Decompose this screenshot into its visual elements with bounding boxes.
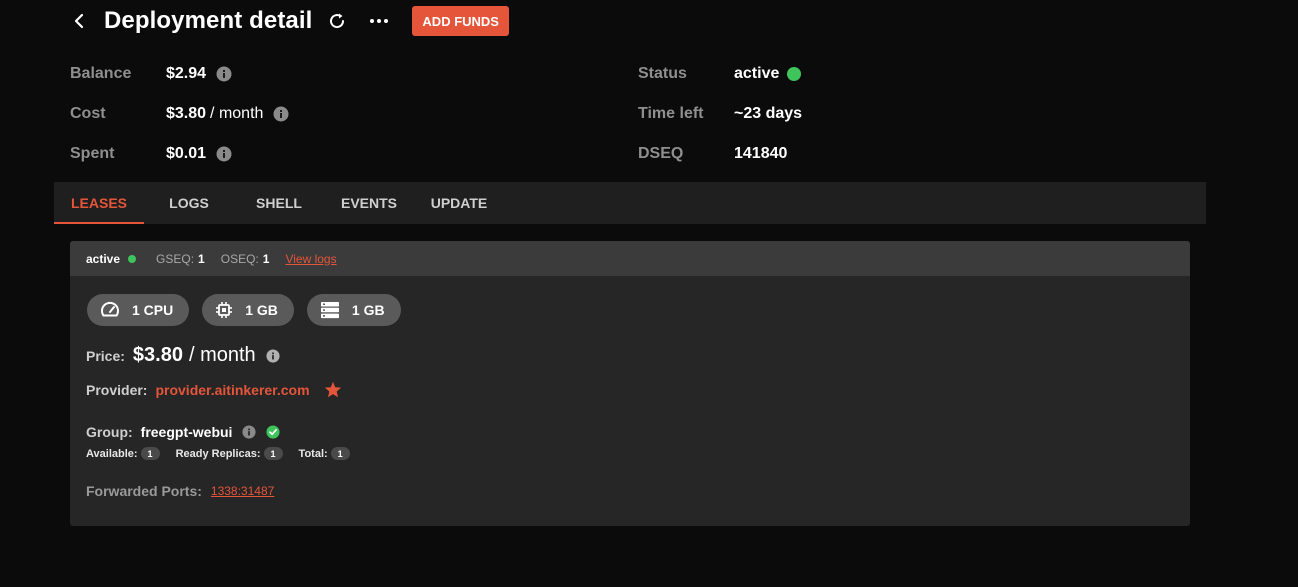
balance-value: $2.94 bbox=[166, 65, 207, 82]
spent-label: Spent bbox=[70, 145, 115, 162]
chevron-left-icon bbox=[74, 13, 84, 29]
info-icon[interactable] bbox=[242, 425, 256, 439]
available-badge: 1 bbox=[140, 447, 160, 460]
resource-chips: 1 CPU 1 GB 1 GB bbox=[87, 294, 414, 326]
replicas-row: Available: 1 Ready Replicas: 1 Total: 1 bbox=[86, 447, 350, 460]
gseq-value: 1 bbox=[198, 251, 205, 266]
more-horizontal-icon bbox=[370, 19, 389, 23]
status-value: active bbox=[734, 65, 780, 82]
forwarded-ports-label: Forwarded Ports: bbox=[86, 483, 202, 499]
cost-label: Cost bbox=[70, 105, 106, 122]
speedometer-icon bbox=[100, 301, 120, 319]
gseq-label: GSEQ: bbox=[156, 251, 195, 266]
tab-leases[interactable]: LEASES bbox=[54, 182, 144, 224]
refresh-button[interactable] bbox=[326, 6, 348, 36]
refresh-icon bbox=[330, 13, 345, 29]
price-label: Price: bbox=[86, 347, 125, 364]
tab-logs[interactable]: LOGS bbox=[144, 182, 234, 224]
tab-events[interactable]: EVENTS bbox=[324, 182, 414, 224]
star-icon[interactable] bbox=[324, 381, 342, 398]
price-value: $3.80 bbox=[132, 344, 183, 366]
group-row: Group: freegpt-webui bbox=[86, 424, 280, 440]
info-icon[interactable] bbox=[273, 106, 289, 122]
cpu-chip: 1 CPU bbox=[87, 294, 190, 326]
provider-label: Provider: bbox=[86, 381, 148, 398]
time-left-value: ~23 days bbox=[734, 105, 803, 122]
lease-status-dot bbox=[128, 254, 137, 263]
check-circle-icon bbox=[266, 425, 280, 439]
cost-unit: / month bbox=[210, 105, 264, 122]
dseq-label: DSEQ bbox=[638, 145, 684, 162]
status-indicator-dot bbox=[787, 67, 802, 81]
memory-chip: 1 GB bbox=[202, 294, 294, 326]
time-left-label: Time left bbox=[638, 105, 704, 122]
cpu-chip-label: 1 CPU bbox=[132, 302, 174, 318]
storage-chip-label: 1 GB bbox=[351, 302, 385, 318]
memory-chip-icon bbox=[215, 301, 233, 319]
back-button[interactable] bbox=[70, 6, 88, 36]
dseq-value: 141840 bbox=[734, 145, 788, 162]
provider-link[interactable]: provider.aitinkerer.com bbox=[155, 382, 309, 398]
forwarded-ports-row: Forwarded Ports: 1338:31487 bbox=[86, 483, 274, 499]
lease-card: active GSEQ: 1 OSEQ: 1 View logs 1 CPU 1… bbox=[70, 241, 1190, 526]
add-funds-button[interactable]: ADD FUNDS bbox=[412, 6, 509, 36]
more-options-button[interactable] bbox=[368, 6, 390, 36]
info-icon[interactable] bbox=[216, 66, 232, 82]
info-icon[interactable] bbox=[266, 348, 280, 363]
lease-status: active bbox=[86, 251, 121, 266]
provider-row: Provider: provider.aitinkerer.com bbox=[86, 381, 342, 398]
group-value: freegpt-webui bbox=[140, 424, 233, 440]
balance-value-group: $2.94 bbox=[166, 65, 232, 83]
oseq-label: OSEQ: bbox=[220, 251, 259, 266]
tab-update[interactable]: UPDATE bbox=[414, 182, 504, 224]
ready-replicas-badge: 1 bbox=[263, 447, 283, 460]
tab-shell[interactable]: SHELL bbox=[234, 182, 324, 224]
lease-header: active GSEQ: 1 OSEQ: 1 View logs bbox=[70, 241, 1190, 276]
storage-icon bbox=[320, 301, 340, 319]
balance-label: Balance bbox=[70, 65, 132, 82]
spent-value-group: $0.01 bbox=[166, 145, 232, 163]
status-value-group: active bbox=[734, 65, 802, 83]
available-label: Available: bbox=[86, 447, 138, 460]
oseq-value: 1 bbox=[262, 251, 270, 266]
tabs-bar: LEASES LOGS SHELL EVENTS UPDATE bbox=[54, 182, 1206, 224]
total-label: Total: bbox=[298, 447, 328, 460]
storage-chip: 1 GB bbox=[306, 294, 401, 326]
status-label: Status bbox=[638, 65, 687, 82]
info-icon[interactable] bbox=[216, 146, 232, 162]
cost-value: $3.80 bbox=[166, 105, 207, 122]
page-header: Deployment detail ADD FUNDS bbox=[70, 6, 509, 36]
forwarded-port-link[interactable]: 1338:31487 bbox=[211, 484, 274, 498]
spent-value: $0.01 bbox=[166, 145, 207, 162]
total-badge: 1 bbox=[330, 447, 350, 460]
price-row: Price: $3.80 / month bbox=[86, 344, 280, 367]
cost-value-group: $3.80 / month bbox=[166, 105, 289, 123]
ready-replicas-label: Ready Replicas: bbox=[175, 447, 261, 460]
view-logs-link[interactable]: View logs bbox=[285, 252, 336, 266]
page-title: Deployment detail bbox=[104, 7, 313, 34]
deployment-detail-page: Deployment detail ADD FUNDS Balance $2.9… bbox=[0, 0, 1298, 587]
group-label: Group: bbox=[86, 424, 133, 440]
memory-chip-label: 1 GB bbox=[245, 302, 278, 318]
price-unit: / month bbox=[188, 344, 256, 366]
